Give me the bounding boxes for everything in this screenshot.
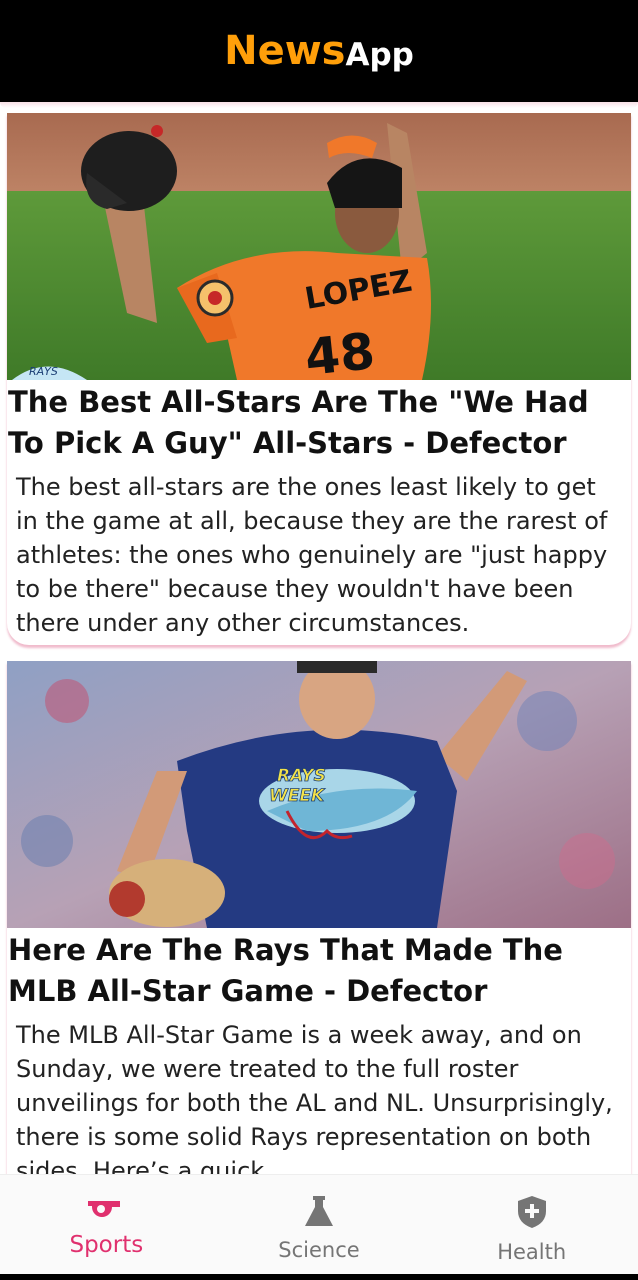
previous-card-edge [0, 102, 638, 108]
nav-label-health: Health [497, 1240, 567, 1264]
article-image: RAYS WEEK [7, 661, 631, 928]
news-feed[interactable]: LOPEZ 48 RAYS The Best All-Stars Are The… [0, 102, 638, 1174]
svg-text:48: 48 [302, 322, 377, 380]
rays-pitcher-throwing-image: RAYS WEEK [7, 661, 631, 928]
system-nav-bar [0, 1274, 638, 1280]
nav-item-sports[interactable]: Sports [0, 1175, 213, 1275]
nav-label-science: Science [278, 1238, 360, 1262]
flask-icon [304, 1195, 334, 1232]
bottom-navigation: Sports Science Health [0, 1174, 638, 1275]
nav-label-sports: Sports [69, 1232, 144, 1258]
article-title[interactable]: Here Are The Rays That Made The MLB All-… [7, 930, 631, 1012]
svg-text:WEEK: WEEK [269, 786, 326, 806]
article-image: LOPEZ 48 RAYS [7, 113, 631, 380]
app-title-app: App [345, 37, 414, 73]
article-description: The MLB All-Star Game is a week away, an… [16, 1021, 613, 1174]
svg-text:RAYS: RAYS [277, 766, 326, 786]
nav-item-science[interactable]: Science [213, 1175, 426, 1275]
svg-text:RAYS: RAYS [29, 365, 58, 378]
app-title-news: News [224, 28, 346, 74]
shield-plus-icon [517, 1195, 547, 1234]
app-bar: News App [0, 0, 638, 102]
article-description: The best all-stars are the ones least li… [16, 473, 608, 637]
article-card[interactable]: LOPEZ 48 RAYS The Best All-Stars Are The… [7, 113, 631, 645]
nav-item-health[interactable]: Health [425, 1175, 638, 1275]
pitcher-celebrating-image: LOPEZ 48 RAYS [7, 113, 631, 380]
whistle-icon [86, 1195, 126, 1228]
article-title[interactable]: The Best All-Stars Are The "We Had To Pi… [7, 382, 631, 464]
article-card[interactable]: RAYS WEEK Here Are The Rays That Made Th… [7, 661, 631, 1174]
